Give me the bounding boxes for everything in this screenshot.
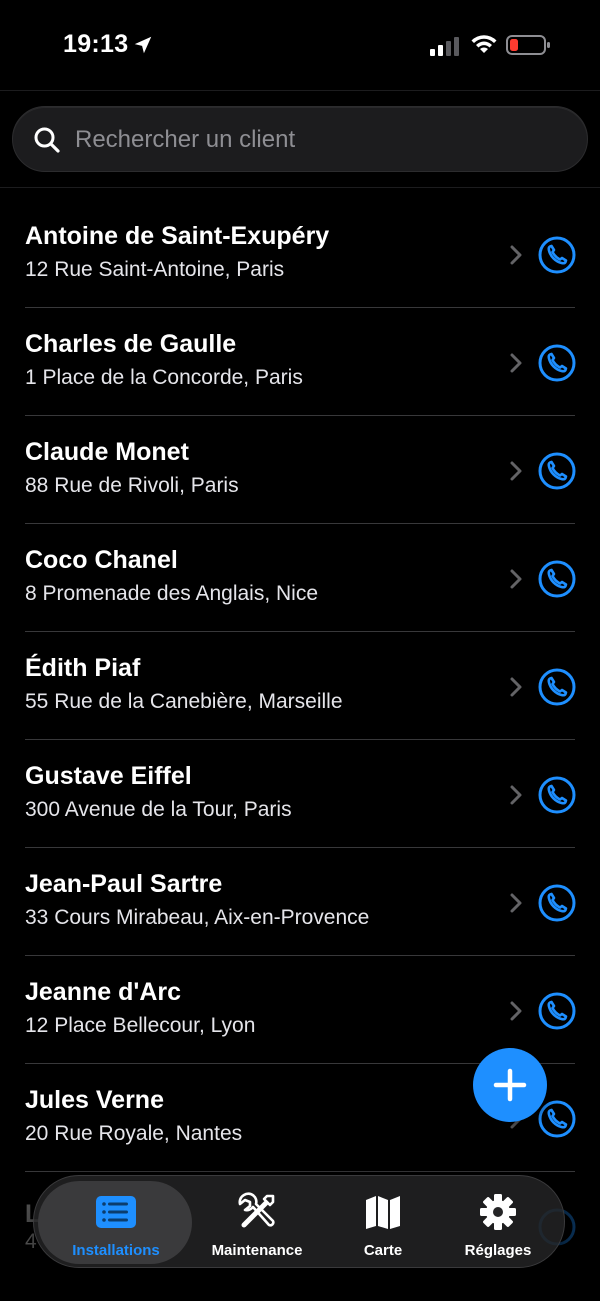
phone-call-icon[interactable] [537,883,577,923]
wifi-icon [471,35,497,53]
chevron-right-icon [510,461,522,481]
client-row[interactable]: Coco Chanel 8 Promenade des Anglais, Nic… [0,524,600,632]
chevron-right-icon [510,569,522,589]
client-name: Jules Verne [25,1086,164,1114]
chevron-right-icon [510,785,522,805]
cellular-signal-icon [430,37,459,56]
client-address: 33 Cours Mirabeau, Aix-en-Provence [25,906,370,929]
search-icon [34,127,60,153]
client-name: Gustave Eiffel [25,762,192,790]
divider [0,90,600,91]
tab-bar: Installations Maintenance Carte Réglages [33,1175,565,1268]
client-row[interactable]: Antoine de Saint-Exupéry 12 Rue Saint-An… [0,200,600,308]
client-list: Antoine de Saint-Exupéry 12 Rue Saint-An… [0,200,600,1172]
phone-call-icon[interactable] [537,343,577,383]
phone-call-icon[interactable] [537,235,577,275]
gear-icon [477,1192,519,1232]
phone-call-icon[interactable] [537,451,577,491]
client-name: Claude Monet [25,438,189,466]
status-bar: 19:13 [0,0,600,90]
tab-reglages[interactable]: Réglages [442,1176,554,1269]
chevron-right-icon [510,677,522,697]
search-placeholder: Rechercher un client [75,126,296,153]
client-name: Édith Piaf [25,654,141,682]
phone-call-icon[interactable] [537,667,577,707]
client-address: 1 Place de la Concorde, Paris [25,366,303,389]
battery-icon [506,35,550,55]
list-icon [95,1192,137,1232]
tab-carte[interactable]: Carte [324,1176,442,1269]
phone-call-icon[interactable] [537,991,577,1031]
client-name: Charles de Gaulle [25,330,237,358]
search-input[interactable]: Rechercher un client [12,106,588,172]
status-time: 19:13 [63,30,129,58]
client-name: Jean-Paul Sartre [25,870,223,898]
tab-label: Maintenance [211,1242,303,1259]
client-name: Antoine de Saint-Exupéry [25,222,330,250]
tab-label: Réglages [464,1242,532,1259]
client-row[interactable]: Jean-Paul Sartre 33 Cours Mirabeau, Aix-… [0,848,600,956]
client-address: 88 Rue de Rivoli, Paris [25,474,239,497]
divider [0,187,600,188]
client-address: 300 Avenue de la Tour, Paris [25,798,292,821]
phone-call-icon[interactable] [537,775,577,815]
chevron-right-icon [510,1001,522,1021]
client-address: 12 Place Bellecour, Lyon [25,1014,256,1037]
phone-call-icon[interactable] [537,559,577,599]
chevron-right-icon [510,245,522,265]
phone-call-icon[interactable] [537,1099,577,1139]
tab-maintenance[interactable]: Maintenance [194,1176,320,1269]
client-address: 20 Rue Royale, Nantes [25,1122,243,1145]
client-row[interactable]: Charles de Gaulle 1 Place de la Concorde… [0,308,600,416]
location-arrow-icon [134,36,152,54]
client-address: 12 Rue Saint-Antoine, Paris [25,258,285,281]
add-client-button[interactable] [473,1048,547,1122]
map-icon [362,1192,404,1232]
client-row[interactable]: Édith Piaf 55 Rue de la Canebière, Marse… [0,632,600,740]
plus-icon [493,1068,527,1102]
chevron-right-icon [510,353,522,373]
client-row[interactable]: Claude Monet 88 Rue de Rivoli, Paris [0,416,600,524]
tab-label: Installations [72,1242,160,1259]
client-name: Coco Chanel [25,546,178,574]
tools-icon [236,1192,278,1232]
client-name: Jeanne d'Arc [25,978,182,1006]
tab-label: Carte [363,1242,403,1259]
tab-installations[interactable]: Installations [38,1176,194,1269]
chevron-right-icon [510,893,522,913]
client-address: 8 Promenade des Anglais, Nice [25,582,319,605]
client-row[interactable]: Gustave Eiffel 300 Avenue de la Tour, Pa… [0,740,600,848]
client-address: 55 Rue de la Canebière, Marseille [25,690,343,713]
